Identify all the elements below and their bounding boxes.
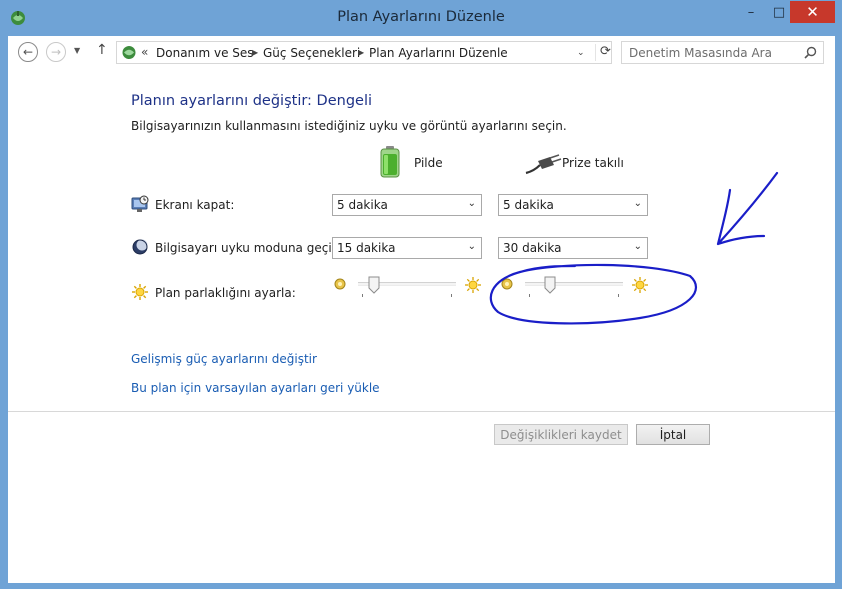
refresh-icon[interactable]: ⟳ xyxy=(595,44,611,61)
select-value: 15 dakika xyxy=(337,241,396,255)
chevron-down-icon: ⌄ xyxy=(633,241,642,252)
power-plug-icon xyxy=(525,154,562,175)
slider-thumb[interactable] xyxy=(544,276,556,294)
slider-tick xyxy=(362,294,363,297)
control-panel-icon xyxy=(122,46,136,59)
back-button[interactable]: ← xyxy=(18,42,38,62)
address-history-chevron-icon[interactable]: ⌄ xyxy=(577,48,585,58)
breadcrumb-edit-plan-settings[interactable]: Plan Ayarlarını Düzenle xyxy=(369,46,508,60)
monitor-icon xyxy=(131,195,149,212)
window-frame: Plan Ayarlarını Düzenle – □ ✕ ← → ▼ ↑ « … xyxy=(0,0,842,589)
chevron-down-icon: ⌄ xyxy=(467,241,476,252)
column-header-plugged-in: Prize takılı xyxy=(562,156,624,170)
divider xyxy=(8,411,835,412)
breadcrumb-arrow-icon[interactable]: ▶ xyxy=(358,48,364,57)
address-overflow-chevron[interactable]: « xyxy=(141,45,148,59)
select-value: 5 dakika xyxy=(503,198,554,212)
brightness-plugged-slider[interactable] xyxy=(525,274,623,298)
minimize-button[interactable]: – xyxy=(738,1,764,23)
maximize-button[interactable]: □ xyxy=(766,1,792,23)
turn-off-display-label: Ekranı kapat: xyxy=(155,198,235,212)
chevron-down-icon: ⌄ xyxy=(633,198,642,209)
close-button[interactable]: ✕ xyxy=(790,1,835,23)
brightness-battery-slider[interactable] xyxy=(358,274,456,298)
sleep-moon-icon xyxy=(132,239,148,255)
forward-button[interactable]: → xyxy=(46,42,66,62)
select-value: 5 dakika xyxy=(337,198,388,212)
window-title: Plan Ayarlarını Düzenle xyxy=(337,9,505,25)
display-off-battery-select[interactable]: 5 dakika ⌄ xyxy=(332,194,482,216)
breadcrumb-arrow-icon[interactable]: ▶ xyxy=(252,48,258,57)
search-icon[interactable] xyxy=(804,46,817,59)
restore-defaults-link[interactable]: Bu plan için varsayılan ayarları geri yü… xyxy=(131,381,380,395)
chevron-down-icon: ⌄ xyxy=(467,198,476,209)
slider-thumb[interactable] xyxy=(368,276,380,294)
select-value: 30 dakika xyxy=(503,241,562,255)
slider-tick xyxy=(451,294,452,297)
page-title: Planın ayarlarını değiştir: Dengeli xyxy=(131,93,373,109)
cancel-button[interactable]: İptal xyxy=(636,424,710,445)
navigation-bar: ← → ▼ ↑ « Donanım ve Ses ▶ Güç Seçenekle… xyxy=(8,36,835,67)
breadcrumb-hardware-sound[interactable]: Donanım ve Ses xyxy=(156,46,254,60)
bright-sun-icon xyxy=(465,277,481,293)
title-bar[interactable]: Plan Ayarlarını Düzenle – □ ✕ xyxy=(0,0,842,36)
sleep-mode-label: Bilgisayarı uyku moduna geçir: xyxy=(155,241,341,255)
slider-track[interactable] xyxy=(525,282,623,286)
sleep-battery-select[interactable]: 15 dakika ⌄ xyxy=(332,237,482,259)
slider-tick xyxy=(529,294,530,297)
address-bar[interactable]: « Donanım ve Ses ▶ Güç Seçenekleri ▶ Pla… xyxy=(116,41,612,64)
battery-icon xyxy=(380,146,400,178)
breadcrumb-power-options[interactable]: Güç Seçenekleri xyxy=(263,46,360,60)
search-box[interactable] xyxy=(621,41,824,64)
recent-locations-dropdown-icon[interactable]: ▼ xyxy=(74,46,80,55)
bright-sun-icon xyxy=(632,277,648,293)
sleep-plugged-select[interactable]: 30 dakika ⌄ xyxy=(498,237,648,259)
slider-tick xyxy=(618,294,619,297)
advanced-power-settings-link[interactable]: Gelişmiş güç ayarlarını değiştir xyxy=(131,352,317,366)
save-changes-button[interactable]: Değişiklikleri kaydet xyxy=(494,424,628,445)
page-description: Bilgisayarınızın kullanmasını istediğini… xyxy=(131,119,567,133)
display-off-plugged-select[interactable]: 5 dakika ⌄ xyxy=(498,194,648,216)
dim-sun-icon xyxy=(334,278,346,290)
column-header-battery: Pilde xyxy=(414,156,443,170)
dim-sun-icon xyxy=(501,278,513,290)
brightness-label: Plan parlaklığını ayarla: xyxy=(155,286,296,300)
brightness-sun-icon xyxy=(132,284,148,300)
up-button[interactable]: ↑ xyxy=(96,42,108,58)
window-client-area: ← → ▼ ↑ « Donanım ve Ses ▶ Güç Seçenekle… xyxy=(8,36,835,583)
search-input[interactable] xyxy=(622,42,802,63)
